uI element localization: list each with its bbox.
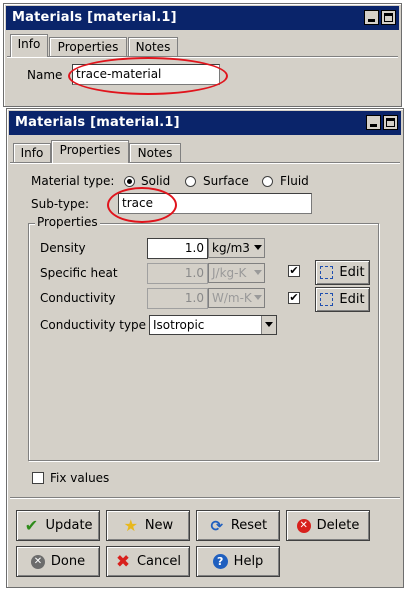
tab-properties[interactable]: Properties [49,37,127,57]
conductivity-type-value: Isotropic [153,318,205,332]
title-bar[interactable]: Materials [material.1] [6,6,399,30]
name-label: Name [27,68,63,82]
edit-icon [320,293,334,306]
reset-icon: ⟳ [210,516,224,535]
fix-values-label[interactable]: Fix values [50,471,109,485]
density-unit-select[interactable]: kg/m3 [208,238,265,258]
new-button[interactable]: ★ New [106,510,190,541]
help-button[interactable]: ? Help [196,546,280,577]
reset-button-label: Reset [230,518,268,533]
specific-heat-value: 1.0 [184,266,204,280]
checkmark-icon: ✔ [24,516,39,535]
materials-window-front: Materials [material.1] Info Properties N… [6,108,404,588]
window-title: Materials [material.1] [12,10,177,25]
help-icon: ? [212,554,228,569]
window-title: Materials [material.1] [15,115,180,130]
conductivity-label: Conductivity [40,291,116,305]
tab-panel-edge [7,56,398,58]
conductivity-type-select[interactable]: Isotropic [149,315,277,335]
chevron-down-icon [254,245,262,250]
density-unit: kg/m3 [212,241,250,255]
cancel-button[interactable]: ✖ Cancel [106,546,190,577]
conductivity-unit: W/m-K [212,291,252,305]
conductivity-value-field[interactable]: 1.0 [147,288,208,309]
delete-button-label: Delete [316,518,360,533]
tab-label: Info [20,146,44,160]
new-button-label: New [144,518,174,533]
specific-heat-checkbox[interactable]: ✔ [288,265,300,277]
edit-button-label: Edit [339,292,365,307]
star-icon: ★ [123,516,138,535]
specific-heat-unit: J/kg-K [212,266,247,280]
conductivity-value: 1.0 [184,291,204,305]
minimize-icon[interactable] [366,115,381,130]
density-value-field[interactable]: 1.0 [147,238,208,259]
properties-group-title: Properties [35,215,100,229]
update-button[interactable]: ✔ Update [16,510,100,541]
done-icon: ✕ [30,554,45,569]
specific-heat-edit-button[interactable]: Edit [315,260,370,285]
fix-values-checkbox[interactable] [32,472,44,484]
specific-heat-value-field[interactable]: 1.0 [147,263,208,284]
conductivity-type-label: Conductivity type [40,318,147,332]
edit-button-label: Edit [339,265,365,280]
radio-fluid[interactable] [262,176,273,187]
subtype-label: Sub-type: [31,197,90,211]
close-icon: ✖ [115,551,131,572]
separator [10,497,400,499]
annotation-ellipse [68,57,228,95]
done-button[interactable]: ✕ Done [16,546,100,577]
tab-label: Notes [135,40,171,54]
density-label: Density [40,241,86,255]
tab-label: Properties [59,143,121,157]
radio-solid-label[interactable]: Solid [141,174,170,188]
dropdown-button[interactable] [261,316,276,334]
tab-info[interactable]: Info [13,143,51,163]
chevron-down-icon [254,295,262,300]
conductivity-unit-select[interactable]: W/m-K [208,288,265,308]
density-value: 1.0 [184,241,204,255]
edit-icon [320,266,334,279]
maximize-icon[interactable] [383,115,398,130]
tab-label: Notes [137,146,173,160]
radio-fluid-label[interactable]: Fluid [280,174,309,188]
help-button-label: Help [233,554,264,569]
title-bar[interactable]: Materials [material.1] [9,111,401,135]
tab-notes[interactable]: Notes [129,143,181,163]
radio-surface[interactable] [185,176,196,187]
tab-info[interactable]: Info [10,34,48,57]
cancel-button-label: Cancel [136,554,182,569]
materials-window-back: Materials [material.1] Info Properties N… [3,3,402,107]
conductivity-edit-button[interactable]: Edit [315,287,370,312]
radio-solid[interactable] [124,176,135,187]
tab-label: Properties [57,40,119,54]
material-type-label: Material type: [31,174,115,188]
chevron-down-icon [265,322,273,327]
update-button-label: Update [45,518,93,533]
radio-surface-label[interactable]: Surface [203,174,249,188]
minimize-icon[interactable] [364,10,379,25]
conductivity-checkbox[interactable]: ✔ [288,292,300,304]
reset-button[interactable]: ⟳ Reset [196,510,280,541]
specific-heat-label: Specific heat [40,266,118,280]
tab-label: Info [17,37,41,51]
chevron-down-icon [254,270,262,275]
specific-heat-unit-select[interactable]: J/kg-K [208,263,265,283]
annotation-ellipse [107,187,177,223]
delete-icon: ✕ [296,518,311,533]
tab-notes[interactable]: Notes [128,37,178,57]
done-button-label: Done [50,554,86,569]
delete-button[interactable]: ✕ Delete [286,510,370,541]
maximize-icon[interactable] [381,10,396,25]
tab-properties[interactable]: Properties [51,140,129,163]
